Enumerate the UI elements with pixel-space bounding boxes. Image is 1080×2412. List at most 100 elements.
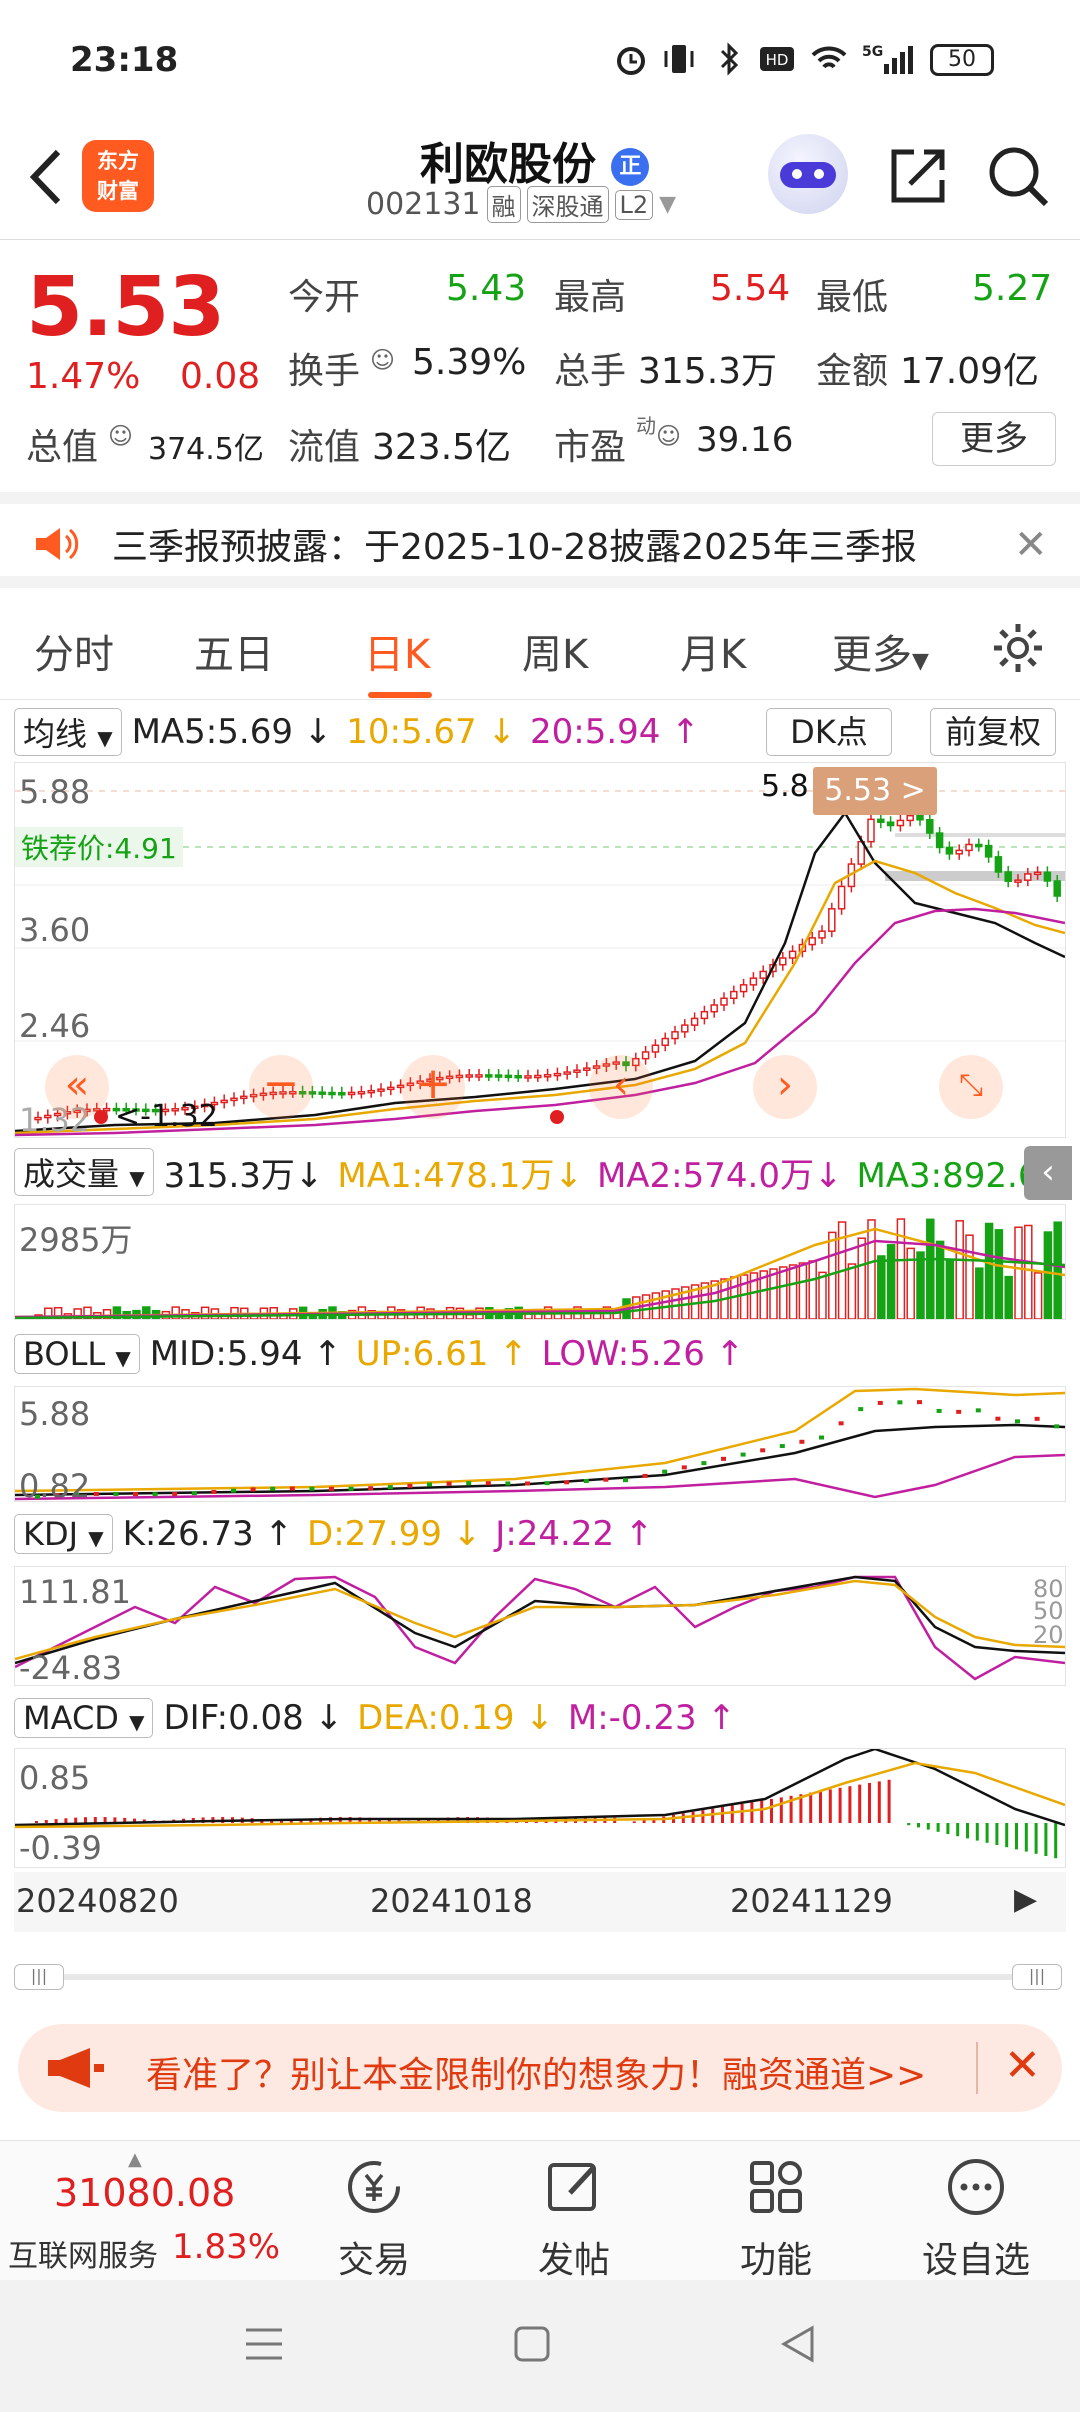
back-button[interactable] (22, 142, 72, 212)
volume-bar (847, 1263, 857, 1319)
macd-bar (1024, 1823, 1028, 1852)
kdj-chart[interactable]: 111.81 -24.83 80 50 20 (14, 1566, 1066, 1687)
vol-ma1: MA1:478.1万↓ (337, 1155, 583, 1196)
dk-point-button[interactable]: DK点 (766, 708, 892, 756)
notice-bar[interactable]: 三季报预披露：于2025-10-28披露2025年三季报 ✕ (0, 492, 1080, 588)
rewind-button[interactable]: « (45, 1055, 109, 1119)
candle (788, 950, 797, 959)
tab-more[interactable]: 更多▼ (832, 622, 929, 680)
nav-function[interactable]: 功能 (696, 2155, 856, 2283)
promo-banner[interactable]: 看准了？别让本金限制你的想象力！融资通道>> ✕ (18, 2024, 1062, 2112)
tab-weekly-k[interactable]: 周K (522, 622, 588, 680)
scroll-handle-right[interactable]: ||| (1012, 1964, 1062, 1990)
volume-bar (935, 1240, 945, 1319)
candle (886, 821, 895, 827)
candle (671, 1031, 679, 1040)
volume-bar (975, 1267, 984, 1319)
ma-selector[interactable]: 均线 ▼ (14, 708, 122, 756)
macd-bar (926, 1823, 930, 1830)
candle (583, 1067, 591, 1071)
ai-assistant-button[interactable] (768, 134, 848, 214)
boll-price-mark (93, 1491, 99, 1496)
macd-chart[interactable]: 0.85 -0.39 (14, 1748, 1066, 1868)
index-widget[interactable]: ▲ 31080.08 互联网服务 1.83% (0, 2141, 280, 2281)
pe-superscript: 动 (636, 414, 656, 438)
gear-icon[interactable] (990, 620, 1046, 676)
tab-monthly-k[interactable]: 月K (680, 622, 746, 680)
more-button[interactable]: 更多 (932, 412, 1056, 466)
close-icon[interactable]: ✕ (1004, 2040, 1041, 2091)
nav-trade[interactable]: 交易 (294, 2155, 454, 2283)
macd-selector[interactable]: MACD ▼ (14, 1698, 154, 1738)
candle (387, 1086, 395, 1091)
macd-bar (44, 1820, 48, 1823)
tab-five-day[interactable]: 五日 (194, 622, 274, 680)
candle (1033, 871, 1042, 876)
info-icon[interactable]: ☺ (656, 422, 681, 450)
candle (935, 832, 944, 849)
tab-intraday[interactable]: 分时 (34, 622, 114, 680)
zoom-out-button[interactable]: − (249, 1055, 313, 1119)
tag-connect: 深股通 (526, 186, 609, 223)
candle (475, 1074, 483, 1078)
macd-bar (907, 1823, 911, 1826)
high-label: 最高 (554, 277, 627, 318)
search-icon[interactable] (984, 142, 1052, 210)
candles (34, 809, 1061, 1124)
vol-ma2: MA2:574.0万↓ (596, 1155, 843, 1196)
boll-price-mark (721, 1456, 726, 1461)
time-scrollbar[interactable]: ||| ||| (14, 1962, 1066, 1992)
boll-price-mark (956, 1409, 962, 1414)
ma10-value: 10:5.67 ↓ (346, 712, 516, 752)
volume-bar (818, 1271, 827, 1319)
volume-selector[interactable]: 成交量 ▼ (14, 1148, 154, 1196)
boll-price-mark (1054, 1424, 1060, 1429)
home-icon[interactable] (512, 2324, 552, 2364)
candle (514, 1074, 522, 1079)
volume-bar (1033, 1272, 1043, 1319)
fullscreen-icon[interactable]: ⤡ (939, 1055, 1003, 1119)
close-icon[interactable]: ✕ (1014, 522, 1048, 568)
info-icon[interactable]: ☺ (108, 422, 133, 450)
nav-function-label: 功能 (739, 2240, 812, 2281)
back-nav-icon[interactable] (778, 2324, 818, 2364)
price-marker[interactable]: 5.53 > (813, 767, 937, 815)
min-marker: <-1.32 (115, 1099, 218, 1134)
zoom-in-button[interactable]: + (401, 1055, 465, 1119)
alarm-icon (617, 47, 645, 75)
macd-bar (64, 1818, 68, 1823)
boll-price-mark (1015, 1419, 1020, 1424)
tab-daily-k[interactable]: 日K (364, 622, 430, 680)
ma5-value: MA5:5.69 ↓ (131, 712, 333, 752)
play-icon[interactable]: ▶ (1014, 1882, 1037, 1917)
nav-post[interactable]: 发帖 (494, 2155, 654, 2283)
macd-bar (701, 1810, 705, 1823)
menu-icon[interactable] (244, 2324, 284, 2364)
adjust-button[interactable]: 前复权 (930, 708, 1056, 756)
boll-selector[interactable]: BOLL ▼ (14, 1334, 140, 1374)
info-icon[interactable]: ☺ (370, 346, 395, 374)
kline-chart[interactable]: 5.88 铁荐价:4.91 3.60 2.46 1.32 <-1.32 5.8 … (14, 762, 1066, 1139)
candle (1043, 871, 1052, 882)
boll-mid-line (15, 1423, 1065, 1497)
share-icon[interactable] (884, 142, 952, 210)
scroll-handle-left[interactable]: ||| (14, 1964, 64, 1990)
candle (837, 885, 846, 910)
scroll-left-button[interactable]: ‹ (589, 1055, 653, 1119)
macd-bar (936, 1823, 940, 1832)
boll-chart[interactable]: 5.88 0.82 (14, 1386, 1066, 1505)
nav-watchlist[interactable]: 设自选 (896, 2155, 1056, 2283)
volume-chart[interactable]: 2985万 (14, 1204, 1066, 1320)
kdj-selector[interactable]: KDJ ▼ (14, 1514, 113, 1554)
boll-price-mark (211, 1489, 217, 1494)
wifi-icon (811, 46, 847, 69)
turnover-value: 5.39% (412, 342, 527, 383)
collapse-panel-button[interactable]: ‹ (1024, 1146, 1072, 1200)
buy-signal-dot (550, 1110, 564, 1124)
index-name: 互联网服务 (8, 2239, 158, 2274)
candle (730, 990, 738, 1000)
scroll-right-button[interactable]: › (753, 1055, 817, 1119)
vibrate-icon (664, 45, 694, 73)
candle (347, 1091, 356, 1096)
chevron-down-icon[interactable]: ▼ (659, 192, 676, 217)
